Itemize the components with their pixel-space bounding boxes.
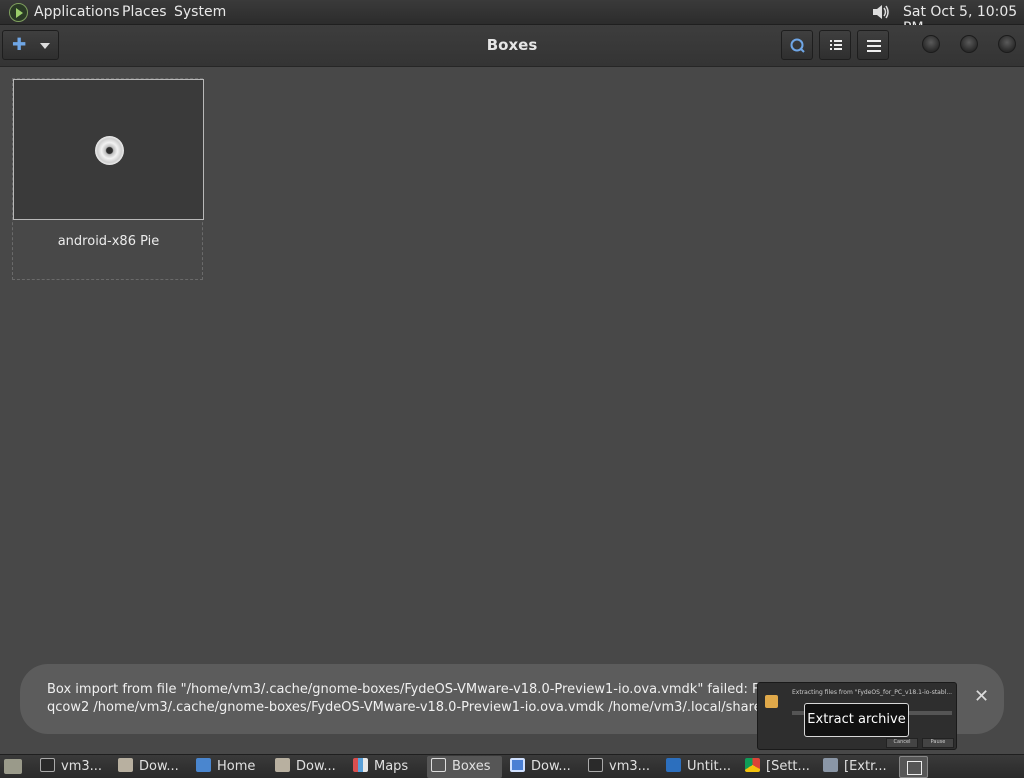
main-menu-button[interactable]: [857, 30, 889, 60]
notification-line-2: qcow2 /home/vm3/.cache/gnome-boxes/FydeO…: [47, 700, 767, 715]
chromium-icon: [510, 758, 525, 772]
archive-manager-icon: [823, 758, 838, 772]
task-label: vm3...: [609, 759, 651, 774]
menu-places[interactable]: Places: [122, 4, 167, 20]
top-panel: Applications Places System Sat Oct 5, 10…: [0, 0, 1024, 36]
task-home[interactable]: Home: [192, 756, 266, 778]
task-label: Dow...: [139, 759, 179, 774]
cd-disc-icon: [95, 136, 124, 165]
task-label: Boxes: [452, 759, 491, 774]
close-icon[interactable]: ✕: [974, 686, 989, 707]
archive-icon: [765, 695, 778, 708]
menu-applications[interactable]: Applications: [34, 4, 120, 20]
notification-line-1: Box import from file "/home/vm3/.cache/g…: [47, 682, 767, 697]
list-view-button[interactable]: [819, 30, 851, 60]
folder-icon: [275, 758, 290, 772]
preview-cancel-button[interactable]: Cancel: [886, 738, 918, 748]
chrome-icon: [745, 758, 760, 772]
task-extract[interactable]: [Extr...: [819, 756, 895, 778]
task-label: vm3...: [61, 759, 103, 774]
task-chromium-downloads[interactable]: Dow...: [506, 756, 580, 778]
task-writer[interactable]: Untit...: [662, 756, 738, 778]
task-terminal-2[interactable]: vm3...: [584, 756, 658, 778]
preview-text: Extracting files from "FydeOS_for_PC_v18…: [792, 689, 953, 696]
box-name: android-x86 Pie: [57, 234, 160, 249]
box-item-android-x86[interactable]: android-x86 Pie: [12, 78, 204, 280]
task-downloads-1[interactable]: Dow...: [114, 756, 188, 778]
show-desktop-icon[interactable]: [4, 759, 22, 774]
terminal-icon: [40, 758, 55, 772]
header-bar: ✚ Boxes: [0, 25, 1024, 67]
task-boxes[interactable]: Boxes: [427, 756, 502, 778]
task-label: Home: [217, 759, 256, 774]
task-terminal-1[interactable]: vm3...: [36, 756, 110, 778]
task-maps[interactable]: Maps: [349, 756, 423, 778]
search-button[interactable]: [781, 30, 813, 60]
list-view-icon: [830, 40, 842, 50]
terminal-icon: [588, 758, 603, 772]
box-thumbnail[interactable]: [13, 79, 204, 220]
applications-icon[interactable]: [9, 3, 28, 22]
document-icon: [196, 758, 211, 772]
task-label: Untit...: [687, 759, 731, 774]
maximize-button[interactable]: [960, 35, 978, 53]
writer-icon: [666, 758, 681, 772]
notification-message: Box import from file "/home/vm3/.cache/g…: [47, 681, 767, 717]
task-chrome-settings[interactable]: [Sett...: [741, 756, 815, 778]
task-label: [Sett...: [766, 759, 810, 774]
boxes-tray-icon[interactable]: [899, 756, 928, 778]
preview-pause-button[interactable]: Pause: [922, 738, 954, 748]
close-window-button[interactable]: [998, 35, 1016, 53]
tooltip: Extract archive: [804, 703, 909, 737]
task-label: Dow...: [531, 759, 571, 774]
task-downloads-2[interactable]: Dow...: [271, 756, 345, 778]
maps-icon: [353, 758, 368, 772]
menu-system[interactable]: System: [174, 4, 226, 20]
minimize-button[interactable]: [922, 35, 940, 53]
taskbar: vm3... Dow... Home Dow... Maps Boxes Dow…: [0, 754, 1024, 778]
search-icon: [790, 38, 805, 53]
folder-icon: [118, 758, 133, 772]
speaker-icon[interactable]: [870, 2, 892, 22]
task-label: Dow...: [296, 759, 336, 774]
task-label: [Extr...: [844, 759, 887, 774]
hamburger-menu-icon: [867, 40, 881, 52]
task-label: Maps: [374, 759, 409, 774]
boxes-icon: [431, 758, 446, 772]
